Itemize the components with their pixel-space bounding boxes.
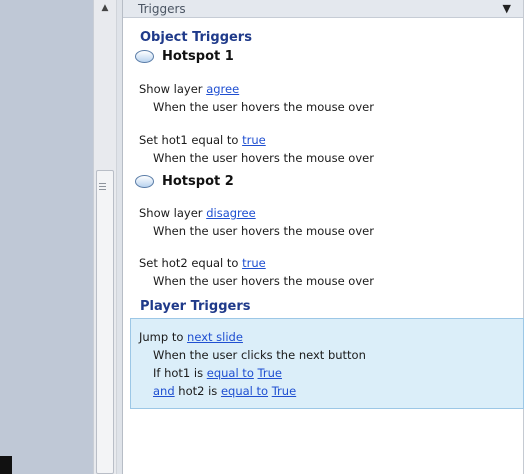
trigger-action: Set hot2 equal to xyxy=(139,256,239,270)
condition-1-operator-link[interactable]: equal to xyxy=(207,366,254,380)
trigger-target-link[interactable]: true xyxy=(242,133,266,147)
trigger-show-agree[interactable]: Show layer agree When the user hovers th… xyxy=(139,80,374,116)
player-triggers-heading: Player Triggers xyxy=(140,299,251,314)
trigger-action: Show layer xyxy=(139,82,203,96)
panel-menu-dropdown-icon[interactable]: ▼ xyxy=(503,2,511,15)
condition-2-operator-link[interactable]: equal to xyxy=(221,384,268,398)
trigger-condition: When the user hovers the mouse over xyxy=(153,100,374,114)
scrollbar-grip-icon xyxy=(99,183,106,192)
trigger-condition: When the user hovers the mouse over xyxy=(153,151,374,165)
trigger-action: Jump to xyxy=(139,330,184,344)
panel-title: Triggers xyxy=(138,1,186,16)
condition-and-link[interactable]: and xyxy=(153,384,175,398)
trigger-target-link[interactable]: next slide xyxy=(187,330,243,344)
trigger-condition: When the user hovers the mouse over xyxy=(153,274,374,288)
condition-1-value-link[interactable]: True xyxy=(258,366,282,380)
trigger-set-hot1[interactable]: Set hot1 equal to true When the user hov… xyxy=(139,131,374,167)
trigger-action: Show layer xyxy=(139,206,203,220)
trigger-target-link[interactable]: true xyxy=(242,256,266,270)
hotspot-oval-icon xyxy=(135,175,154,188)
triggers-panel: Triggers ▼ Object Triggers Hotspot 1 Sho… xyxy=(123,0,524,474)
triggers-panel-header: Triggers ▼ xyxy=(123,0,523,18)
trigger-action: Set hot1 equal to xyxy=(139,133,239,147)
condition-1-prefix: If hot1 is xyxy=(153,366,204,380)
scroll-up-arrow-icon[interactable]: ▲ xyxy=(94,0,116,15)
scrollbar-thumb[interactable] xyxy=(96,170,114,474)
condition-2-value-link[interactable]: True xyxy=(272,384,296,398)
vertical-scrollbar[interactable]: ▲ xyxy=(93,0,117,474)
object-triggers-heading: Object Triggers xyxy=(140,30,252,45)
trigger-target-link[interactable]: agree xyxy=(206,82,239,96)
trigger-condition: When the user clicks the next button xyxy=(153,348,366,362)
trigger-target-link[interactable]: disagree xyxy=(206,206,255,220)
hotspot-1-label: Hotspot 1 xyxy=(162,49,234,64)
trigger-condition: When the user hovers the mouse over xyxy=(153,224,374,238)
condition-2-prefix: hot2 is xyxy=(178,384,218,398)
workspace-corner xyxy=(0,456,12,474)
trigger-set-hot2[interactable]: Set hot2 equal to true When the user hov… xyxy=(139,254,374,290)
hotspot-oval-icon xyxy=(135,50,154,63)
hotspot-1-object[interactable]: Hotspot 1 xyxy=(135,49,234,64)
hotspot-2-label: Hotspot 2 xyxy=(162,174,234,189)
workspace-background xyxy=(0,0,93,474)
trigger-show-disagree[interactable]: Show layer disagree When the user hovers… xyxy=(139,204,374,240)
trigger-jump-next-slide[interactable]: Jump to next slide When the user clicks … xyxy=(139,328,366,400)
hotspot-2-object[interactable]: Hotspot 2 xyxy=(135,174,234,189)
